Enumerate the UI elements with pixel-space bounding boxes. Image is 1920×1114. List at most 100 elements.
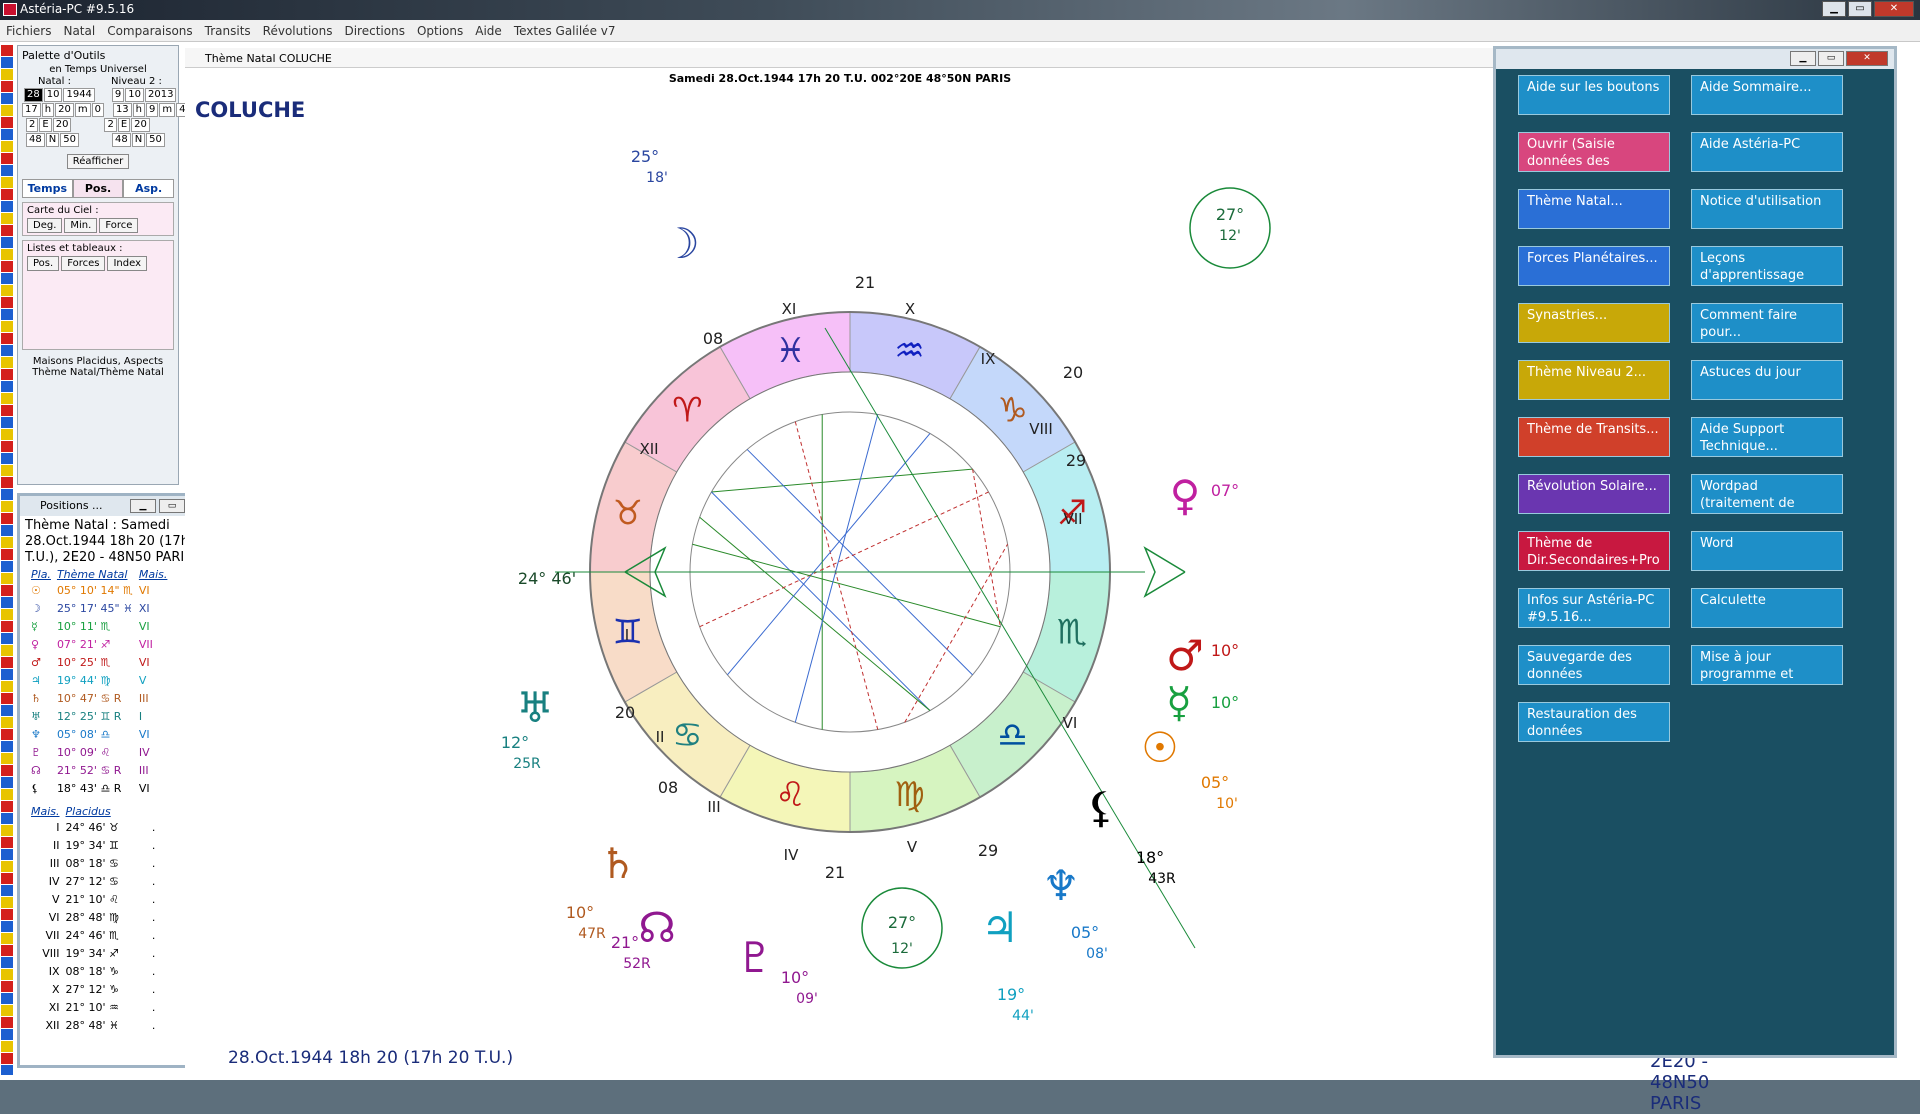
natal-long-fields[interactable]: 2 E 20 — [26, 118, 72, 132]
natal-day[interactable]: 28 — [24, 88, 43, 102]
help-button-17[interactable]: Word — [1691, 531, 1843, 571]
menu-transits[interactable]: Transits — [199, 20, 257, 41]
menu-textes-galilee[interactable]: Textes Galilée v7 — [508, 20, 622, 41]
help-button-20[interactable]: Sauvegarde des données — [1518, 645, 1670, 685]
positions-minimize-button[interactable]: ▁ — [130, 499, 156, 513]
planet-glyph-icon[interactable]: ☽ — [662, 219, 700, 268]
planet-glyph-icon[interactable]: ☉ — [1141, 723, 1179, 772]
level-year[interactable]: 2013 — [145, 88, 177, 102]
tab-pos[interactable]: Pos. — [72, 179, 124, 198]
level-lat-deg[interactable]: 48 — [111, 133, 131, 147]
menu-comparaisons[interactable]: Comparaisons — [101, 20, 198, 41]
forces-list-button[interactable]: Forces — [61, 256, 106, 271]
help-button-11[interactable]: Astuces du jour — [1691, 360, 1843, 400]
menu-aide[interactable]: Aide — [469, 20, 508, 41]
help-button-5[interactable]: Notice d'utilisation — [1691, 189, 1843, 229]
level-lat-fields[interactable]: 48 N 50 — [111, 133, 166, 147]
level-lat-min[interactable]: 50 — [146, 133, 165, 147]
help-button-15[interactable]: Wordpad (traitement de textes) — [1691, 474, 1843, 514]
help-button-18[interactable]: Infos sur Astéria-PC #9.5.16... — [1518, 588, 1670, 628]
natal-hour[interactable]: 17 — [22, 103, 41, 117]
planet-glyph-icon[interactable]: ♀ — [1170, 471, 1201, 520]
maximize-button[interactable]: ▭ — [1848, 1, 1872, 17]
planet-row[interactable]: ♅ 12° 25' ♊ R I — [28, 707, 170, 725]
help-close-button[interactable]: ✕ — [1846, 51, 1888, 66]
menu-fichiers[interactable]: Fichiers — [0, 20, 57, 41]
level-time-fields[interactable]: 13 h 9 m 48 — [112, 103, 196, 117]
menu-directions[interactable]: Directions — [338, 20, 410, 41]
planet-glyph-icon[interactable]: ♇ — [736, 933, 774, 982]
help-button-22[interactable]: Restauration des données — [1518, 702, 1670, 742]
refresh-button[interactable]: Réafficher — [66, 154, 130, 169]
level-long-fields[interactable]: 2 E 20 — [104, 118, 150, 132]
natal-lat-min[interactable]: 50 — [60, 133, 79, 147]
natal-lat-fields[interactable]: 48 N 50 — [26, 133, 80, 147]
natal-long-dir[interactable]: E — [39, 118, 52, 132]
help-button-16[interactable]: Thème de Dir.Secondaires+Pro — [1518, 531, 1670, 571]
astro-wheel[interactable]: ♓ ♒♑♐♏♎♍♌♋♊♉♈24° 46'27°12'27°12'XI XIXVIII… — [185, 48, 1495, 1048]
level-min[interactable]: 9 — [146, 103, 159, 117]
help-button-1[interactable]: Aide Sommaire... — [1691, 75, 1843, 115]
level-date-fields[interactable]: 9 10 2013 — [111, 88, 178, 102]
planet-glyph-icon[interactable]: ♄ — [599, 839, 637, 888]
planet-row[interactable]: ☊ 21° 52' ♋ R III — [28, 761, 170, 779]
level-long-deg[interactable]: 2 — [104, 118, 117, 132]
help-minimize-button[interactable]: ▁ — [1790, 51, 1816, 66]
minimize-button[interactable]: ▁ — [1822, 1, 1846, 17]
natal-min[interactable]: 20 — [55, 103, 74, 117]
planet-glyph-icon[interactable]: ♅ — [516, 683, 554, 732]
menu-natal[interactable]: Natal — [57, 20, 101, 41]
natal-long-min[interactable]: 20 — [52, 118, 72, 132]
natal-time-fields[interactable]: 17 h 20 m 0 — [22, 103, 105, 117]
menu-revolutions[interactable]: Révolutions — [257, 20, 339, 41]
min-button[interactable]: Min. — [64, 218, 98, 233]
natal-date-fields[interactable]: 28 10 1944 — [24, 88, 96, 102]
positions-maximize-button[interactable]: ▭ — [159, 499, 185, 513]
level-hour[interactable]: 13 — [112, 103, 132, 117]
deg-button[interactable]: Deg. — [27, 218, 63, 233]
planet-row[interactable]: ☽ 25° 17' 45" ♓ XI — [28, 599, 170, 617]
tab-asp[interactable]: Asp. — [123, 179, 175, 198]
tab-temps[interactable]: Temps — [22, 179, 73, 198]
help-button-21[interactable]: Mise à jour programme et heures — [1691, 645, 1843, 685]
help-button-9[interactable]: Comment faire pour... — [1691, 303, 1843, 343]
planet-row[interactable]: ☉ 05° 10' 14" ♏ VI — [28, 581, 170, 599]
help-button-8[interactable]: Synastries... — [1518, 303, 1670, 343]
pos-list-button[interactable]: Pos. — [27, 256, 60, 271]
planet-row[interactable]: ♄ 10° 47' ♋ R III — [28, 689, 170, 707]
natal-sec[interactable]: 0 — [91, 103, 104, 117]
planet-row[interactable]: ♆ 05° 08' ♎ VI — [28, 725, 170, 743]
planet-row[interactable]: ♂ 10° 25' ♏ VI — [28, 653, 170, 671]
level-month[interactable]: 10 — [125, 88, 145, 102]
help-button-13[interactable]: Aide Support Technique... — [1691, 417, 1843, 457]
planet-glyph-icon[interactable]: ☊ — [638, 903, 675, 952]
help-button-12[interactable]: Thème de Transits... — [1518, 417, 1670, 457]
planet-glyph-icon[interactable]: ⚸ — [1086, 783, 1117, 832]
help-maximize-button[interactable]: ▭ — [1818, 51, 1844, 66]
level-lat-dir[interactable]: N — [131, 133, 146, 147]
planet-row[interactable]: ☿ 10° 11' ♏ VI — [28, 617, 170, 635]
help-button-4[interactable]: Thème Natal... — [1518, 189, 1670, 229]
help-button-6[interactable]: Forces Planétaires... — [1518, 246, 1670, 286]
natal-long-deg[interactable]: 2 — [26, 118, 39, 132]
help-button-0[interactable]: Aide sur les boutons — [1518, 75, 1670, 115]
planet-glyph-icon[interactable]: ♂ — [1166, 631, 1204, 680]
help-button-14[interactable]: Révolution Solaire... — [1518, 474, 1670, 514]
planet-glyph-icon[interactable]: ♆ — [1042, 861, 1080, 910]
planet-row[interactable]: ♀ 07° 21' ♐ VII — [28, 635, 170, 653]
level-long-min[interactable]: 20 — [131, 118, 150, 132]
help-button-10[interactable]: Thème Niveau 2... — [1518, 360, 1670, 400]
help-button-2[interactable]: Ouvrir (Saisie données des thèmes — [1518, 132, 1670, 172]
level-day[interactable]: 9 — [111, 88, 125, 102]
help-button-7[interactable]: Leçons d'apprentissage — [1691, 246, 1843, 286]
planet-row[interactable]: ♃ 19° 44' ♍ V — [28, 671, 170, 689]
planet-row[interactable]: ♇ 10° 09' ♌ IV — [28, 743, 170, 761]
planet-glyph-icon[interactable]: ☿ — [1166, 678, 1192, 727]
menu-options[interactable]: Options — [411, 20, 469, 41]
index-list-button[interactable]: Index — [107, 256, 147, 271]
help-button-19[interactable]: Calculette — [1691, 588, 1843, 628]
close-button[interactable]: ✕ — [1874, 1, 1914, 17]
level-long-dir[interactable]: E — [117, 118, 131, 132]
natal-lat-dir[interactable]: N — [45, 133, 60, 147]
force-button[interactable]: Force — [99, 218, 139, 233]
